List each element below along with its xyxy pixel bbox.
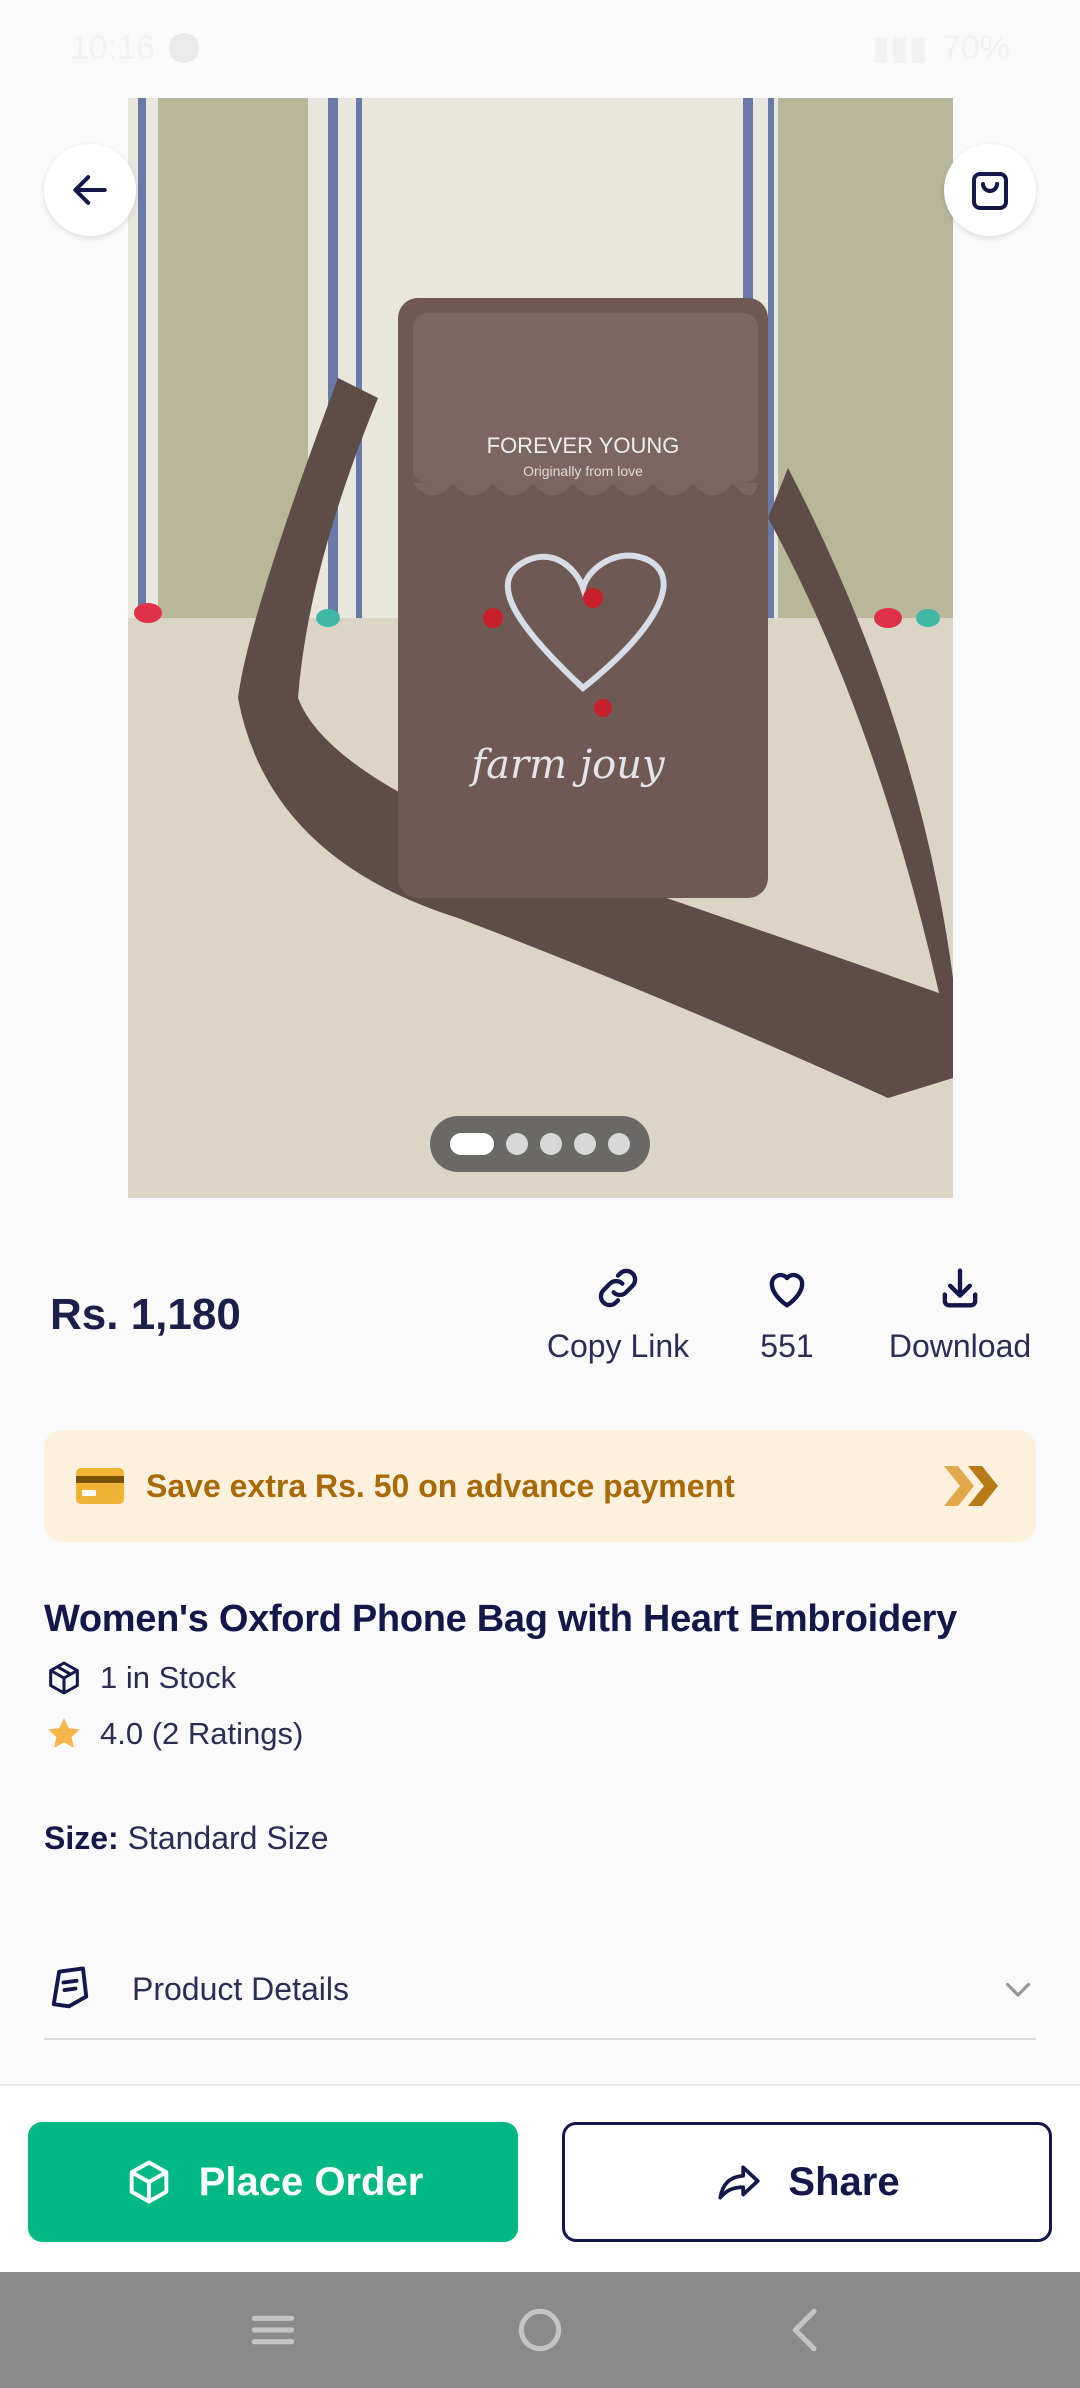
like-button[interactable]: 551 [737,1262,837,1365]
arrow-left-icon [73,175,107,205]
place-order-button[interactable]: Place Order [28,2122,518,2242]
shopping-bag-icon [972,172,1008,210]
box-icon [129,2160,168,2204]
credit-card-icon [76,1468,124,1504]
carousel-indicator [430,1116,650,1172]
share-label: Share [788,2159,900,2204]
place-order-label: Place Order [198,2159,424,2204]
bag-brand-text: FOREVER YOUNG [487,433,680,458]
bag-embroidery-text: farm jouy [468,742,666,788]
likes-count: 551 [760,1328,814,1364]
download-button[interactable]: Download [880,1262,1040,1365]
size-row: Size: Standard Size [44,1820,329,1857]
double-chevron-right-icon [944,1466,998,1506]
rating-info[interactable]: 4.0 (2 Ratings) [44,1714,303,1754]
carousel-dot-active[interactable] [450,1133,494,1155]
box-icon [49,1661,79,1695]
bottom-action-bar: Place Order Share [0,2084,1080,2272]
size-label: Size: [44,1820,119,1856]
copy-link-label: Copy Link [546,1328,690,1364]
star-icon [48,1718,80,1748]
back-button[interactable] [44,144,136,236]
home-icon[interactable] [512,2302,568,2358]
chevron-down-icon [1005,1982,1031,1997]
stock-text: 1 in Stock [100,1660,237,1695]
advance-payment-banner[interactable]: Save extra Rs. 50 on advance payment [44,1430,1036,1542]
notification-icon [169,33,200,63]
product-title: Women's Oxford Phone Bag with Heart Embr… [44,1598,958,1640]
cart-button[interactable] [944,144,1036,236]
rating-text: 4.0 (2 Ratings) [100,1716,304,1751]
battery-level: 70% [941,28,1010,67]
product-details-label: Product Details [132,1970,349,2007]
status-time: 10:16 [70,28,156,67]
download-label: Download [888,1328,1032,1364]
product-image-carousel[interactable]: FOREVER YOUNG Originally from love farm … [128,98,953,1198]
carousel-dot[interactable] [574,1133,596,1155]
recent-apps-icon[interactable] [245,2302,301,2358]
back-nav-icon[interactable] [779,2302,835,2358]
document-icon [51,1966,89,2009]
copy-link-button[interactable]: Copy Link [540,1262,696,1365]
download-icon [942,1268,978,1308]
carousel-dot[interactable] [540,1133,562,1155]
product-image: FOREVER YOUNG Originally from love farm … [128,98,953,1198]
product-details-toggle[interactable]: Product Details [44,1940,1036,2040]
carousel-dot[interactable] [506,1133,528,1155]
signal-icon: ▮▮▮ [871,29,928,67]
link-icon [598,1268,638,1308]
share-button[interactable]: Share [562,2122,1052,2242]
promo-text: Save extra Rs. 50 on advance payment [146,1467,735,1504]
heart-icon [769,1272,805,1308]
bag-tagline-text: Originally from love [523,463,643,479]
product-price: Rs. 1,180 [50,1290,241,1339]
system-navigation-bar [0,2272,1080,2388]
size-value: Standard Size [127,1820,329,1856]
share-arrow-icon [718,2165,761,2200]
status-bar: 10:16 ▮▮▮ 70% [0,0,1080,96]
carousel-dot[interactable] [608,1133,630,1155]
stock-info: 1 in Stock [44,1658,236,1698]
